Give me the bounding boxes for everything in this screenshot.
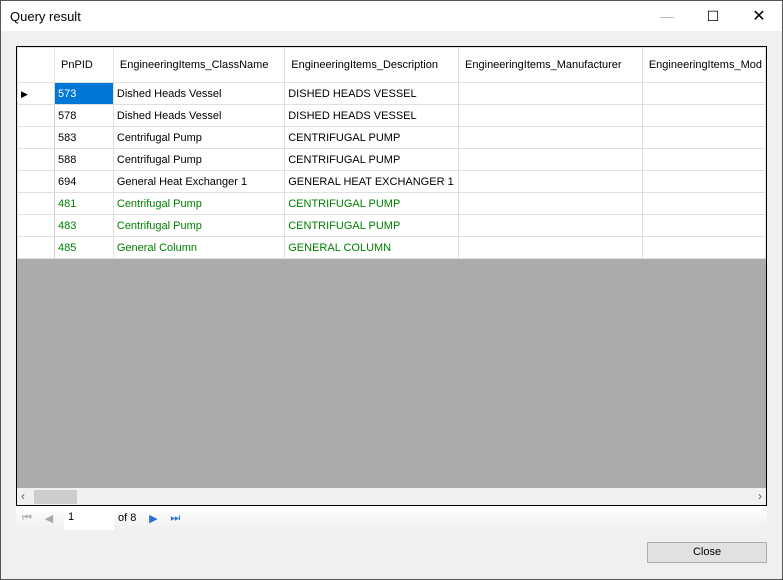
table-row[interactable]: 483 Centrifugal Pump CENTRIFUGAL PUMP	[17, 214, 766, 237]
row-header[interactable]	[17, 126, 56, 149]
scroll-left-icon[interactable]: ‹	[21, 489, 25, 503]
cell-mod[interactable]	[641, 126, 766, 149]
column-header[interactable]: PnPID	[54, 47, 114, 83]
move-last-icon[interactable]: ⏭	[164, 512, 186, 525]
close-button[interactable]: Close	[647, 542, 767, 563]
cell-description[interactable]: CENTRIFUGAL PUMP	[284, 126, 460, 149]
header-row: PnPID EngineeringItems_ClassName Engineeri…	[17, 47, 766, 83]
move-next-icon[interactable]: ▶	[142, 512, 164, 525]
cell-pnpid[interactable]: 481	[54, 192, 114, 215]
column-header[interactable]: EngineeringItems_Manufacturer	[458, 47, 643, 83]
cell-manufacturer[interactable]	[458, 192, 643, 215]
scroll-right-icon[interactable]: ›	[758, 489, 762, 503]
row-header[interactable]	[17, 104, 56, 127]
row-header[interactable]: ▶	[17, 82, 56, 105]
page-count: of 8	[118, 512, 137, 524]
cell-description[interactable]: GENERAL HEAT EXCHANGER 1	[284, 170, 460, 193]
row-header[interactable]	[17, 214, 56, 237]
cell-pnpid[interactable]: 485	[54, 236, 114, 259]
row-header[interactable]	[17, 170, 56, 193]
cell-pnpid[interactable]: 573	[54, 82, 114, 105]
table-row[interactable]: 481 Centrifugal Pump CENTRIFUGAL PUMP	[17, 192, 766, 215]
cell-mod[interactable]	[641, 170, 766, 193]
table-row[interactable]: 588 Centrifugal Pump CENTRIFUGAL PUMP	[17, 148, 766, 171]
cell-mod[interactable]	[641, 148, 766, 171]
maximize-button[interactable]: ☐	[690, 1, 736, 31]
cell-mod[interactable]	[641, 192, 766, 215]
column-header[interactable]: EngineeringItems_Mod	[641, 47, 766, 83]
column-header[interactable]: EngineeringItems_Description	[284, 47, 460, 83]
cell-manufacturer[interactable]	[458, 104, 643, 127]
table-row[interactable]: 578 Dished Heads Vessel DISHED HEADS VESSE…	[17, 104, 766, 127]
scrollbar-thumb[interactable]	[34, 490, 77, 504]
current-row-icon: ▶	[21, 88, 28, 99]
close-window-button[interactable]: ✕	[736, 1, 782, 31]
cell-classname[interactable]: Dished Heads Vessel	[112, 82, 286, 105]
table-row[interactable]: 583 Centrifugal Pump CENTRIFUGAL PUMP	[17, 126, 766, 149]
cell-mod[interactable]	[641, 214, 766, 237]
column-header[interactable]	[17, 47, 56, 83]
cell-pnpid[interactable]: 483	[54, 214, 114, 237]
cell-manufacturer[interactable]	[458, 236, 643, 259]
cell-manufacturer[interactable]	[458, 214, 643, 237]
title-bar: Query result — ☐ ✕	[1, 1, 782, 31]
results-table: PnPID EngineeringItems_ClassName Engineeri…	[17, 47, 766, 259]
row-header[interactable]	[17, 192, 56, 215]
cell-mod[interactable]	[641, 104, 766, 127]
horizontal-scrollbar[interactable]: ‹ ›	[17, 488, 766, 505]
cell-classname[interactable]: General Heat Exchanger 1	[112, 170, 286, 193]
cell-description[interactable]: CENTRIFUGAL PUMP	[284, 192, 460, 215]
cell-manufacturer[interactable]	[458, 148, 643, 171]
page-input[interactable]: 1	[64, 506, 114, 530]
cell-description[interactable]: GENERAL COLUMN	[284, 236, 460, 259]
move-first-icon[interactable]: ⏮	[16, 512, 38, 525]
table-row[interactable]: ▶ 573 Dished Heads Vessel DISHED HEADS VESS…	[17, 82, 766, 105]
cell-manufacturer[interactable]	[458, 126, 643, 149]
cell-description[interactable]: CENTRIFUGAL PUMP	[284, 214, 460, 237]
cell-pnpid[interactable]: 583	[54, 126, 114, 149]
move-previous-icon[interactable]: ◀	[38, 512, 60, 525]
minimize-button[interactable]: —	[644, 1, 690, 31]
cell-mod[interactable]	[641, 236, 766, 259]
cell-mod[interactable]	[641, 82, 766, 105]
cell-classname[interactable]: Centrifugal Pump	[112, 214, 286, 237]
cell-description[interactable]: DISHED HEADS VESSEL	[284, 104, 460, 127]
cell-description[interactable]: CENTRIFUGAL PUMP	[284, 148, 460, 171]
window-title: Query result	[10, 9, 81, 24]
table-row[interactable]: 485 General Column GENERAL COLUMN	[17, 236, 766, 259]
cell-classname[interactable]: General Column	[112, 236, 286, 259]
column-header[interactable]: EngineeringItems_ClassName	[112, 47, 286, 83]
row-header[interactable]	[17, 236, 56, 259]
binding-navigator: ⏮ ◀ 1 of 8 ▶ ⏭	[16, 506, 767, 530]
cell-pnpid[interactable]: 578	[54, 104, 114, 127]
row-header[interactable]	[17, 148, 56, 171]
results-grid[interactable]: PnPID EngineeringItems_ClassName Engineeri…	[16, 46, 767, 506]
cell-classname[interactable]: Centrifugal Pump	[112, 148, 286, 171]
table-row[interactable]: 694 General Heat Exchanger 1 GENERAL HEAT …	[17, 170, 766, 193]
cell-manufacturer[interactable]	[458, 82, 643, 105]
cell-description[interactable]: DISHED HEADS VESSEL	[284, 82, 460, 105]
cell-pnpid[interactable]: 588	[54, 148, 114, 171]
cell-classname[interactable]: Dished Heads Vessel	[112, 104, 286, 127]
cell-classname[interactable]: Centrifugal Pump	[112, 126, 286, 149]
cell-manufacturer[interactable]	[458, 170, 643, 193]
cell-pnpid[interactable]: 694	[54, 170, 114, 193]
cell-classname[interactable]: Centrifugal Pump	[112, 192, 286, 215]
